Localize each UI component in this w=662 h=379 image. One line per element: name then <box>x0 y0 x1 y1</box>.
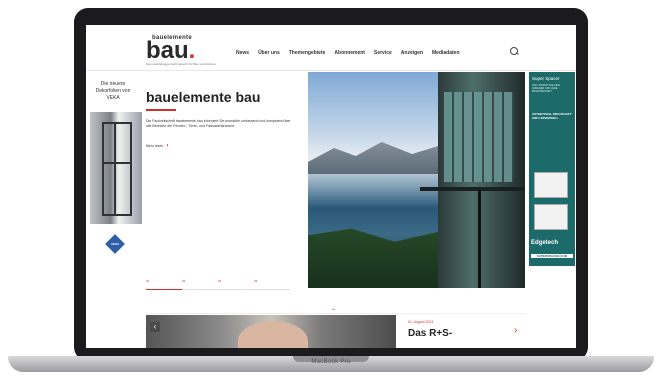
nav-item-anzeigen[interactable]: Anzeigen <box>401 50 423 56</box>
glass-facade <box>444 92 514 182</box>
nav-item-news[interactable]: News <box>236 50 249 56</box>
hero-body-text: Die Fachzeitschrift bauelemente bau info… <box>146 119 291 128</box>
slider-dot-4[interactable]: 04 <box>254 279 257 283</box>
hero-accent-rule <box>146 109 176 111</box>
slider-dot-3[interactable]: 03 <box>218 279 221 283</box>
main-nav: News Über uns Themengebiete Abonnement S… <box>236 50 460 56</box>
chevron-left-icon[interactable]: ‹ <box>150 322 160 332</box>
nav-item-ueber-uns[interactable]: Über uns <box>258 50 280 56</box>
logo-tagline: Das unabhängige Fachmagazin für Bau und … <box>146 62 216 66</box>
section-divider <box>146 313 526 314</box>
right-ad-tagline: ÄSTHETISCH, DRUCKHAFT UND UNIVERSELL <box>532 112 572 120</box>
news-date: 01. August 2024 <box>408 320 434 324</box>
right-ad-heading: Super Spacer <box>532 76 560 81</box>
news-headline[interactable]: Das R+S- <box>408 328 452 339</box>
right-ad-url: SUPERSPACER.COM <box>531 254 573 258</box>
window-frame <box>102 122 132 216</box>
slider-dot-2[interactable]: 02 <box>182 279 185 283</box>
site-logo[interactable]: bauelemente bau. Das unabhängige Fachmag… <box>146 35 216 66</box>
hero-more-link[interactable]: Mehr lesen › <box>146 143 168 149</box>
nav-item-abonnement[interactable]: Abonnement <box>334 50 365 56</box>
header-divider <box>86 70 576 71</box>
window-transom <box>102 162 130 164</box>
hero-slider-pagination: 01 02 03 04 <box>146 279 290 290</box>
chevron-right-icon: › <box>166 143 169 149</box>
balcony-deck <box>420 187 525 191</box>
device-label: MacBook Pro <box>311 359 351 365</box>
laptop-screen: bauelemente bau. Das unabhängige Fachmag… <box>86 25 576 348</box>
nav-item-mediadaten[interactable]: Mediadaten <box>432 50 460 56</box>
slider-progress <box>146 289 182 290</box>
right-ad-subtext: HALT WARMT WIE KEIN ANDERER UND JEDE BES… <box>532 84 561 93</box>
right-ad-brand: Edgetech <box>531 240 559 246</box>
chevron-right-icon[interactable]: › <box>514 325 517 336</box>
nav-item-themengebiete[interactable]: Themengebiete <box>289 50 326 56</box>
logo-big-text: bau. <box>146 37 196 64</box>
glass-building <box>420 72 525 288</box>
product-image-2 <box>534 204 568 230</box>
hero-image-lake-building <box>308 72 525 288</box>
veka-logo[interactable]: VEKA <box>105 234 125 254</box>
hero-title: bauelemente bau <box>146 89 261 105</box>
slider-dot-1[interactable]: 01 <box>146 279 149 283</box>
window-mullion <box>114 122 116 216</box>
left-ad-window-image[interactable] <box>90 112 142 224</box>
nav-item-service[interactable]: Service <box>374 50 392 56</box>
right-ad-super-spacer[interactable]: Super Spacer HALT WARMT WIE KEIN ANDERER… <box>529 72 575 266</box>
news-carousel-image: ‹ <box>146 315 396 348</box>
product-image <box>534 172 568 198</box>
left-ad-text[interactable]: Die neuere Dekorfolien von VEKA <box>92 81 134 102</box>
person-portrait <box>238 321 308 348</box>
search-icon[interactable] <box>510 47 518 55</box>
support-column <box>478 191 481 288</box>
